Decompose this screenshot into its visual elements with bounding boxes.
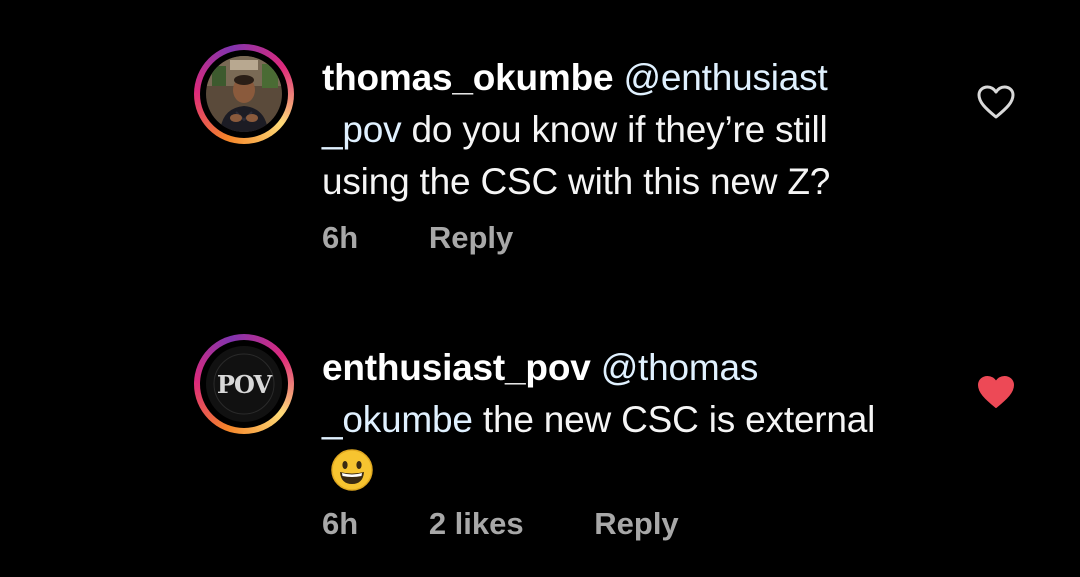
avatar[interactable]: POV (194, 334, 294, 434)
likes-count-button[interactable]: 2 likes (429, 506, 524, 542)
comment-time: 6h (322, 506, 359, 541)
mention-text-part2: _pov (322, 109, 402, 150)
reply-button[interactable]: Reply (594, 506, 678, 542)
comment-text: the new CSC is external (472, 399, 876, 440)
comment-body: enthusiast_pov @thomas _okumbe the new CS… (322, 342, 922, 498)
pov-logo-image: POV (206, 346, 282, 422)
comment-meta: 6h Reply (322, 220, 513, 256)
heart-filled-icon[interactable] (976, 374, 1016, 410)
mention-text-part1: @thomas (600, 347, 759, 388)
comment-username[interactable]: enthusiast_pov (322, 347, 591, 388)
avatar[interactable] (194, 44, 294, 144)
comment-time: 6h (322, 220, 359, 255)
reply-button[interactable]: Reply (429, 220, 513, 256)
grinning-face-emoji-icon (331, 449, 373, 491)
comment-username[interactable]: thomas_okumbe (322, 57, 614, 98)
person-avatar-image (206, 56, 282, 132)
avatar-border: POV (200, 340, 288, 428)
avatar-photo (206, 56, 282, 132)
pov-logo-text: POV (217, 370, 273, 399)
comment-body: thomas_okumbe @enthusiast _pov do you kno… (322, 52, 922, 208)
mention-text-part2: _okumbe (322, 399, 473, 440)
heart-outline-icon[interactable] (976, 84, 1016, 120)
mention-text-part1: @enthusiast (623, 57, 828, 98)
avatar-border (200, 50, 288, 138)
avatar-logo: POV (206, 346, 282, 422)
comment-meta: 6h 2 likes Reply (322, 506, 679, 542)
